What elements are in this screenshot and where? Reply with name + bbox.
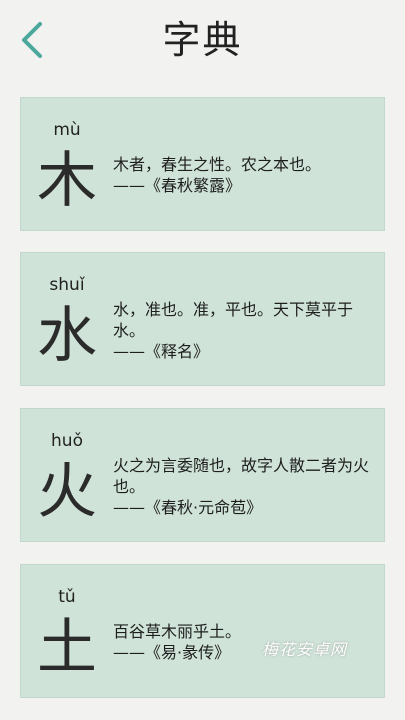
character-glyph: 火	[37, 457, 97, 527]
pinyin-label: mù	[53, 120, 81, 140]
header-bar: 字典	[0, 0, 405, 86]
definition-text: 火之为言委随也，故字人散二者为火也。 ——《春秋·元命苞》	[113, 455, 375, 518]
quote-text: 水，准也。准，平也。天下莫平于水。	[113, 300, 354, 340]
card-earth[interactable]: tǔ 土 百谷草木丽乎土。 ——《易·彖传》	[20, 564, 385, 698]
pinyin-label: huǒ	[51, 431, 83, 451]
source-text: ——《春秋繁露》	[113, 176, 242, 195]
card-wood[interactable]: mù 木 木者，春生之性。农之本也。 ——《春秋繁露》	[20, 97, 385, 231]
page-title: 字典	[162, 18, 243, 62]
source-text: ——《释名》	[113, 342, 210, 361]
character-glyph: 木	[37, 146, 97, 216]
pinyin-label: tǔ	[58, 587, 76, 607]
watermark-text: 梅花安卓网	[262, 640, 348, 659]
character-glyph: 水	[37, 301, 97, 371]
card-fire[interactable]: huǒ 火 火之为言委随也，故字人散二者为火也。 ——《春秋·元命苞》	[20, 408, 385, 542]
quote-text: 火之为言委随也，故字人散二者为火也。	[113, 456, 370, 496]
definition-text: 水，准也。准，平也。天下莫平于水。 ——《释名》	[113, 299, 375, 362]
pinyin-label: shuǐ	[49, 275, 85, 295]
definition-text: 木者，春生之性。农之本也。 ——《春秋繁露》	[113, 154, 375, 196]
card-water[interactable]: shuǐ 水 水，准也。准，平也。天下莫平于水。 ——《释名》	[20, 252, 385, 386]
quote-text: 木者，春生之性。农之本也。	[113, 155, 322, 174]
character-glyph: 土	[37, 613, 97, 683]
source-text: ——《春秋·元命苞》	[113, 498, 263, 517]
